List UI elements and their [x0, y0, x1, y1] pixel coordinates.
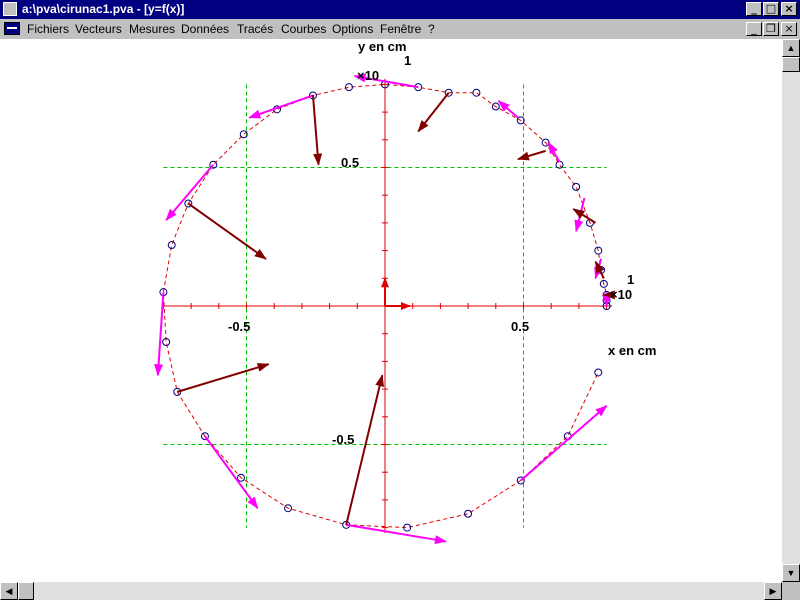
scroll-up-arrow-icon[interactable]: ▲: [782, 39, 800, 57]
y-scale-exponent: 1: [404, 53, 411, 68]
acceleration-vector-7: [176, 363, 270, 393]
data-point-7: [572, 182, 581, 191]
vertical-scrollbar[interactable]: ▲ ▼: [782, 39, 800, 582]
trajectory-plot: y en cm 1 ×10 1 ×10 x en cm -0.5 0.5 0.5…: [154, 39, 656, 545]
x-axis-label: x en cm: [608, 343, 656, 358]
menu-fichiers[interactable]: Fichiers: [27, 22, 69, 36]
acceleration-vector-8: [345, 374, 385, 526]
scroll-left-arrow-icon[interactable]: ◀: [0, 582, 18, 600]
acceleration-vector-5: [311, 95, 323, 166]
velocity-vector-11: [520, 404, 608, 482]
acceleration-vector-6: [187, 202, 267, 260]
plot-area[interactable]: y en cm 1 ×10 1 ×10 x en cm -0.5 0.5 0.5…: [0, 39, 782, 582]
title-bar: a:\pva\cirunac1.pva - [y=f(x)] _ □ ×: [0, 0, 800, 19]
x-scale-prefix: ×10: [610, 287, 632, 302]
menu-traces[interactable]: Tracés: [237, 22, 273, 36]
menu-courbes[interactable]: Courbes: [281, 22, 326, 36]
data-point-12: [472, 88, 481, 97]
x-tick-label-neg: -0.5: [228, 319, 250, 334]
doc-close-button[interactable]: ×: [781, 22, 797, 36]
close-button[interactable]: ×: [781, 2, 797, 16]
menu-help[interactable]: ?: [428, 22, 435, 36]
window-menu-icon[interactable]: [3, 2, 17, 16]
vertical-scroll-thumb[interactable]: [782, 57, 800, 72]
menu-mesures[interactable]: Mesures: [129, 22, 175, 36]
x-tick-label-pos: 0.5: [511, 319, 529, 334]
acceleration-vector-2: [572, 208, 597, 224]
acceleration-vector-3: [517, 149, 546, 161]
menu-options[interactable]: Options: [332, 22, 373, 36]
minimize-button[interactable]: _: [746, 2, 762, 16]
y-scale-prefix: ×10: [357, 68, 379, 83]
scrollbar-corner: [782, 582, 800, 600]
velocity-vector-3: [547, 141, 561, 163]
maximize-button[interactable]: □: [763, 2, 779, 16]
document-menu-icon[interactable]: [4, 22, 20, 35]
velocity-vector-7: [165, 164, 215, 221]
menu-donnees[interactable]: Données: [181, 22, 229, 36]
horizontal-scrollbar[interactable]: ◀ ▶: [0, 582, 782, 600]
window-title: a:\pva\cirunac1.pva - [y=f(x)]: [22, 2, 185, 16]
y-axis-label: y en cm: [358, 39, 406, 54]
acceleration-vector-4: [417, 92, 450, 133]
data-point-34: [594, 368, 603, 377]
velocity-vector-9: [204, 435, 259, 510]
menu-fenetre[interactable]: Fenêtre: [380, 22, 421, 36]
menu-bar: Fichiers Vecteurs Mesures Données Tracés…: [0, 19, 800, 39]
velocity-vector-6: [248, 94, 314, 119]
doc-restore-button[interactable]: ❐: [763, 22, 779, 36]
data-point-31: [464, 509, 473, 518]
data-point-8: [555, 160, 564, 169]
scroll-down-arrow-icon[interactable]: ▼: [782, 564, 800, 582]
y-tick-label-pos: 0.5: [341, 155, 359, 170]
y-tick-label-neg: -0.5: [332, 432, 354, 447]
doc-minimize-button[interactable]: _: [746, 22, 762, 36]
x-scale-exponent: 1: [627, 272, 634, 287]
scroll-right-arrow-icon[interactable]: ▶: [764, 582, 782, 600]
velocity-vector-8: [154, 292, 165, 377]
horizontal-scroll-thumb[interactable]: [18, 582, 34, 600]
menu-vecteurs[interactable]: Vecteurs: [75, 22, 122, 36]
